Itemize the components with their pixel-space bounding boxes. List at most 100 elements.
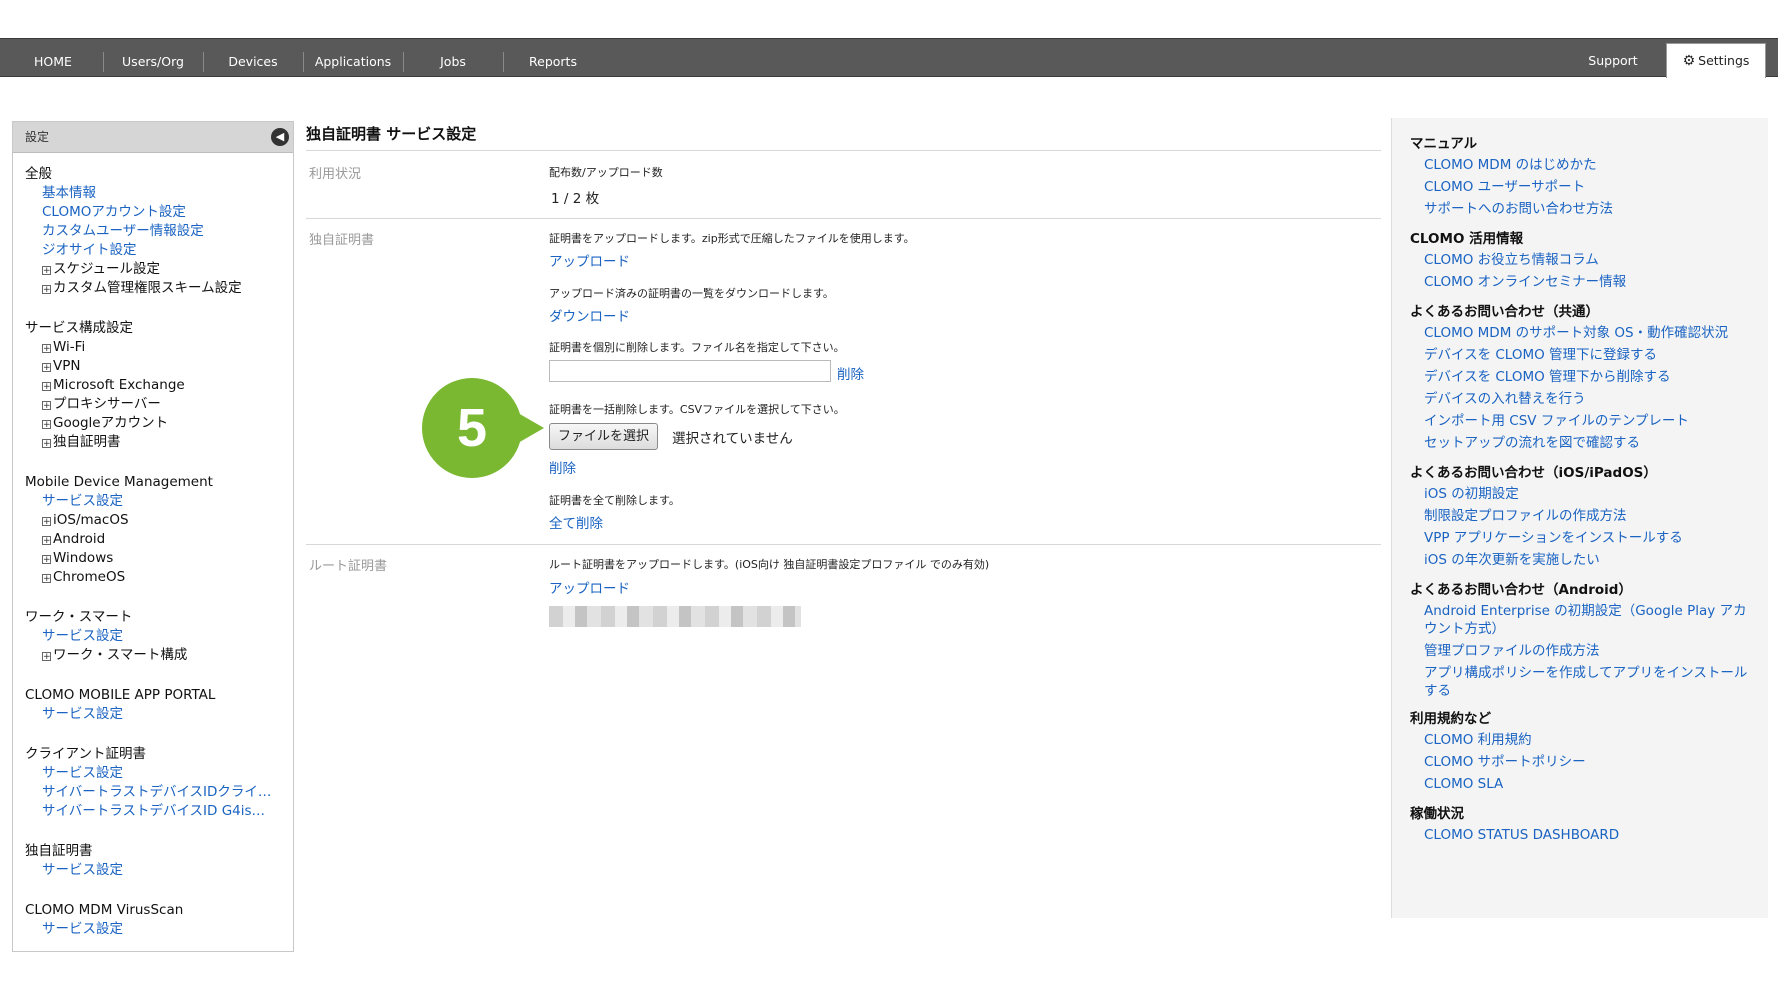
upload-description: 証明書をアップロードします。zip形式で圧縮したファイルを使用します。 (549, 232, 915, 245)
sidebar-expand-custom-cert[interactable]: + 独自証明書 (42, 433, 293, 452)
sidebar-link-cybertrust-g4[interactable]: サイバートラストデバイスID G4is… (42, 802, 278, 821)
help-group-title: よくあるお問い合わせ（Android） (1410, 582, 1632, 598)
sidebar-section-title: ワーク・スマート (25, 609, 133, 625)
help-link[interactable]: CLOMO オンラインセミナー情報 (1424, 271, 1759, 293)
help-link[interactable]: CLOMO MDM のはじめかた (1424, 154, 1759, 176)
help-link[interactable]: CLOMO お役立ち情報コラム (1424, 249, 1759, 271)
sidebar-section-app-portal: CLOMO MOBILE APP PORTAL サービス設定 (25, 686, 293, 724)
sidebar-link-work-smart-service-settings[interactable]: サービス設定 (42, 627, 278, 646)
nav-devices[interactable]: Devices (210, 39, 296, 78)
upload-cert-link[interactable]: アップロード (549, 250, 630, 270)
sidebar-section-virusscan: CLOMO MDM VirusScan サービス設定 (25, 901, 293, 939)
help-link[interactable]: CLOMO SLA (1424, 773, 1759, 795)
help-link[interactable]: 管理プロファイルの作成方法 (1424, 640, 1759, 662)
sidebar-header-label: 設定 (25, 130, 50, 144)
redacted-filename (549, 606, 801, 627)
no-file-selected-text: 選択されていません (672, 431, 793, 447)
bulk-delete-link[interactable]: 削除 (549, 457, 576, 477)
sidebar-expand-vpn[interactable]: + VPN (42, 357, 293, 376)
sidebar-link-app-portal-service-settings[interactable]: サービス設定 (42, 705, 278, 724)
nav-reports[interactable]: Reports (510, 39, 596, 78)
custom-cert-label: 独自証明書 (309, 233, 375, 248)
nav-applications[interactable]: Applications (307, 39, 399, 78)
sidebar-section-title: サービス構成設定 (25, 320, 133, 336)
help-group-title: CLOMO 活用情報 (1410, 231, 1524, 247)
help-link[interactable]: CLOMO MDM のサポート対象 OS・動作確認状況 (1424, 322, 1759, 344)
nav-settings-label: Settings (1698, 53, 1750, 68)
help-link[interactable]: セットアップの流れを図で確認する (1424, 432, 1759, 454)
divider (306, 544, 1381, 545)
nav-users-org[interactable]: Users/Org (110, 39, 196, 78)
help-link[interactable]: 制限設定プロファイルの作成方法 (1424, 505, 1759, 527)
sidebar-section-title: クライアント証明書 (25, 746, 146, 762)
collapse-sidebar-icon[interactable]: ◀ (271, 128, 289, 146)
help-link[interactable]: iOS の初期設定 (1424, 483, 1759, 505)
sidebar-section-work-smart: ワーク・スマート サービス設定 + ワーク・スマート構成 (25, 608, 293, 665)
sidebar-link-basic-info[interactable]: 基本情報 (42, 184, 278, 203)
nav-support[interactable]: Support (1568, 39, 1658, 78)
nav-home[interactable]: HOME (14, 39, 92, 78)
sidebar-link-mdm-service-settings[interactable]: サービス設定 (42, 492, 278, 511)
delete-one-link[interactable]: 削除 (837, 363, 864, 383)
delete-all-description: 証明書を全て削除します。 (549, 494, 680, 507)
help-link[interactable]: インポート用 CSV ファイルのテンプレート (1424, 410, 1759, 432)
expand-plus-icon: + (42, 266, 51, 276)
expand-plus-icon: + (42, 555, 51, 565)
help-link[interactable]: CLOMO サポートポリシー (1424, 751, 1759, 773)
sidebar-expand-schedule[interactable]: + スケジュール設定 (42, 260, 293, 279)
usage-count-value: 1 / 2 枚 (551, 191, 600, 207)
sidebar-link-custom-user-info[interactable]: カスタムユーザー情報設定 (42, 222, 278, 241)
sidebar-link-virusscan-service-settings[interactable]: サービス設定 (42, 920, 278, 939)
sidebar-expand-ios-macos[interactable]: + iOS/macOS (42, 511, 293, 530)
sidebar-link-custom-cert-service-settings[interactable]: サービス設定 (42, 861, 278, 880)
usage-description: 配布数/アップロード数 (549, 166, 663, 179)
sidebar-link-client-cert-service-settings[interactable]: サービス設定 (42, 764, 278, 783)
sidebar-link-clomo-account[interactable]: CLOMOアカウント設定 (42, 203, 278, 222)
sidebar-expand-google-account[interactable]: + Googleアカウント (42, 414, 293, 433)
sidebar-expand-exchange[interactable]: + Microsoft Exchange (42, 376, 293, 395)
root-cert-upload-link[interactable]: アップロード (549, 577, 630, 597)
help-link[interactable]: デバイスの入れ替えを行う (1424, 388, 1759, 410)
sidebar-expand-label: ワーク・スマート構成 (53, 647, 188, 663)
help-link[interactable]: Android Enterprise の初期設定（Google Play アカウ… (1424, 602, 1759, 638)
sidebar-expand-android[interactable]: + Android (42, 530, 293, 549)
sidebar-expand-label: プロキシサーバー (53, 396, 161, 412)
expand-plus-icon: + (42, 574, 51, 584)
sidebar-section-title: CLOMO MDM VirusScan (25, 902, 184, 918)
filename-input[interactable] (549, 360, 831, 382)
choose-file-button[interactable]: ファイルを選択 (549, 423, 659, 450)
nav-separator (103, 52, 104, 72)
help-link[interactable]: デバイスを CLOMO 管理下から削除する (1424, 366, 1759, 388)
help-link[interactable]: サポートへのお問い合わせ方法 (1424, 198, 1759, 220)
nav-settings-tab[interactable]: ⚙ Settings (1666, 43, 1766, 78)
sidebar-expand-proxy[interactable]: + プロキシサーバー (42, 395, 293, 414)
sidebar-expand-custom-permission[interactable]: + カスタム管理権限スキーム設定 (42, 279, 293, 298)
delete-all-link[interactable]: 全て削除 (549, 512, 603, 532)
sidebar-expand-chromeos[interactable]: + ChromeOS (42, 568, 293, 587)
sidebar-expand-windows[interactable]: + Windows (42, 549, 293, 568)
step-number-badge: 5 (422, 378, 522, 478)
help-link[interactable]: CLOMO 利用規約 (1424, 729, 1759, 751)
help-link[interactable]: アプリ構成ポリシーを作成してアプリをインストールする (1424, 664, 1759, 700)
help-link[interactable]: VPP アプリケーションをインストールする (1424, 527, 1759, 549)
expand-plus-icon: + (42, 344, 51, 354)
help-link[interactable]: iOS の年次更新を実施したい (1424, 549, 1759, 571)
sidebar-expand-work-smart-config[interactable]: + ワーク・スマート構成 (42, 646, 293, 665)
download-cert-link[interactable]: ダウンロード (549, 305, 630, 325)
sidebar-expand-label: ChromeOS (53, 569, 126, 585)
help-link[interactable]: CLOMO STATUS DASHBOARD (1424, 824, 1759, 846)
sidebar-link-cybertrust-client[interactable]: サイバートラストデバイスIDクライ… (42, 783, 278, 802)
help-link[interactable]: CLOMO ユーザーサポート (1424, 176, 1759, 198)
nav-separator (403, 52, 404, 72)
sidebar-expand-wifi[interactable]: + Wi-Fi (42, 338, 293, 357)
expand-plus-icon: + (42, 401, 51, 411)
sidebar-section-custom-cert: 独自証明書 サービス設定 (25, 842, 293, 880)
sidebar-link-geosite[interactable]: ジオサイト設定 (42, 241, 278, 260)
expand-plus-icon: + (42, 652, 51, 662)
sidebar-header: 設定 ◀ (13, 122, 293, 153)
nav-jobs[interactable]: Jobs (410, 39, 496, 78)
root-cert-label: ルート証明書 (309, 559, 388, 574)
main-content: 独自証明書 サービス設定 利用状況 配布数/アップロード数 1 / 2 枚 独自… (306, 121, 1381, 981)
sidebar-section-service-config: サービス構成設定 + Wi-Fi + VPN + Microsoft Exchange… (25, 319, 293, 452)
help-link[interactable]: デバイスを CLOMO 管理下に登録する (1424, 344, 1759, 366)
